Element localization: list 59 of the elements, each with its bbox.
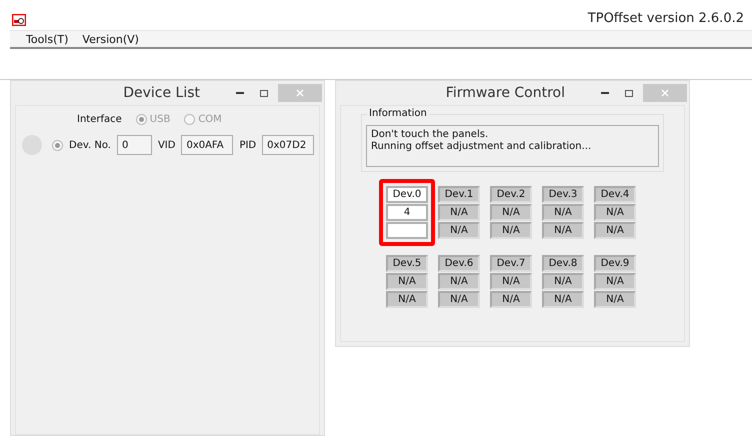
menu-item[interactable]: Version(V) [82,32,139,46]
close-icon [296,89,304,97]
device-cell: Dev.1 [438,186,480,203]
value-field[interactable]: 0x0AFA [181,135,234,155]
device-cell: Dev.7 [490,255,532,272]
window-title: Device List [123,85,200,101]
device-cell: N/A [438,222,480,239]
value-field[interactable]: 0 [116,135,152,155]
device-cell: N/A [386,291,428,308]
app-logo-icon [12,14,26,26]
device-cell [386,222,428,239]
interface-label: Interface [77,114,122,125]
device-radio-button[interactable] [52,140,63,150]
device-cell: N/A [438,291,480,308]
info-text: Running offset adjustment and calibration... [371,141,592,153]
radio-label: USB [150,114,170,125]
device-cell: Dev.3 [542,186,584,203]
field-label: Dev. No. [69,140,111,150]
close-button[interactable] [278,84,322,102]
device-cell: Dev.6 [438,255,480,272]
device-cell: N/A [438,273,480,290]
menu-item[interactable]: Tools(T) [26,32,68,46]
device-cell: Dev.5 [386,255,428,272]
device-cell: Dev.8 [542,255,584,272]
minimize-icon[interactable] [236,92,244,94]
maximize-icon[interactable] [625,90,633,96]
device-cell: N/A [542,222,584,239]
device-cell: N/A [490,204,532,221]
radio-button[interactable] [136,114,147,125]
device-cell: N/A [594,273,636,290]
device-cell: Dev.2 [490,186,532,203]
device-cell: Dev.4 [594,186,636,203]
radio-label: COM [198,114,222,125]
device-cell: N/A [542,204,584,221]
device-cell: N/A [594,204,636,221]
device-cell: N/A [542,291,584,308]
close-icon [661,89,669,97]
device-cell: 4 [386,204,428,221]
device-cell: N/A [386,273,428,290]
close-button[interactable] [643,84,687,102]
app-title: TPOffset version 2.6.0.2 [588,11,744,26]
device-cell: N/A [594,291,636,308]
field-label: PID [239,140,256,150]
value-field[interactable]: 0x07D2 [262,135,314,155]
device-cell: N/A [594,222,636,239]
device-cell: N/A [438,204,480,221]
device-cell: N/A [490,222,532,239]
group-title: Information [367,108,429,119]
field-label: VID [158,140,176,150]
maximize-icon[interactable] [260,90,268,96]
device-cell: N/A [490,273,532,290]
device-cell: N/A [490,291,532,308]
window-title: Firmware Control [446,85,565,101]
device-cell: Dev.0 [386,186,428,203]
device-cell: N/A [542,273,584,290]
radio-button[interactable] [184,114,196,125]
device-cell: Dev.9 [594,255,636,272]
info-text: Don't touch the panels. [371,129,490,141]
minimize-icon[interactable] [601,92,609,94]
